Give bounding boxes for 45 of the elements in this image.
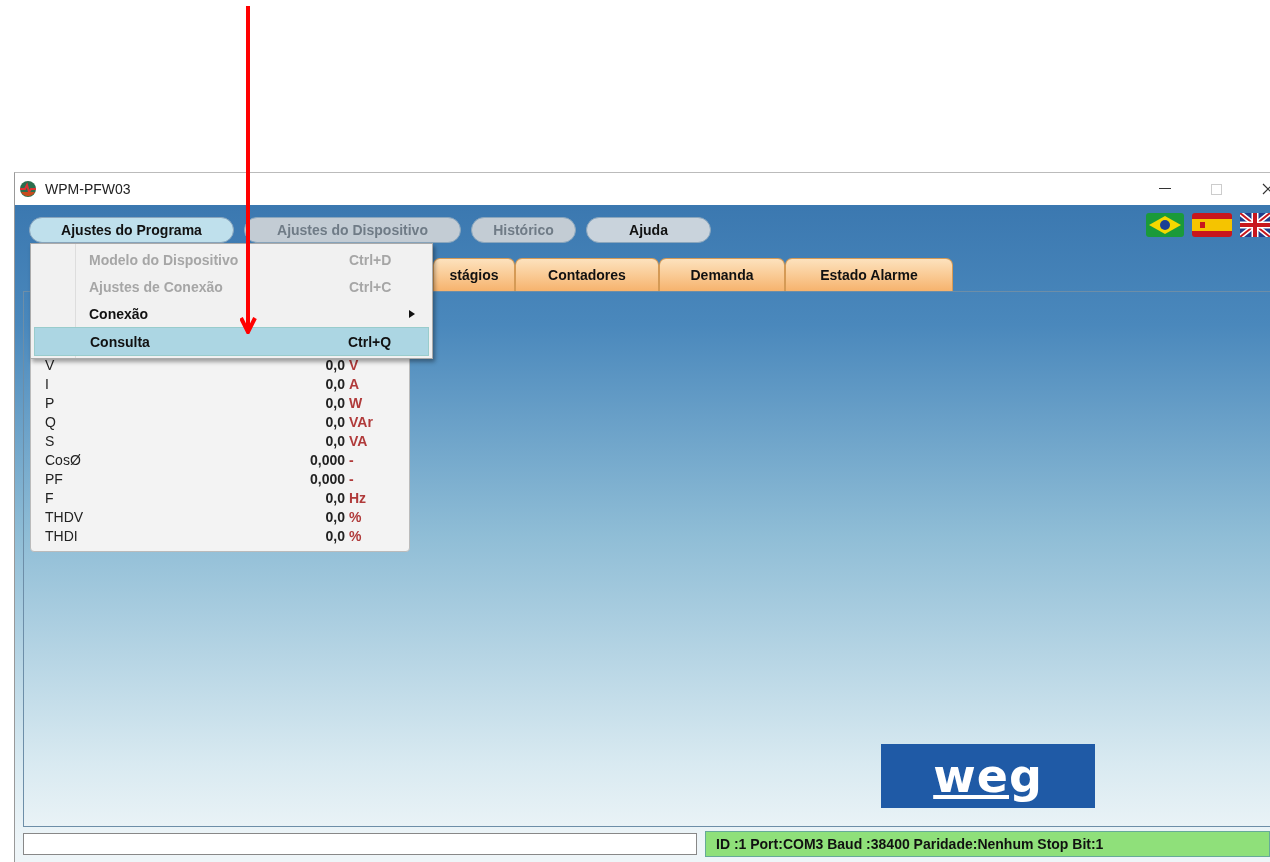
app-icon [19,180,37,198]
measurement-unit: % [349,508,363,525]
measurement-unit: V [349,356,360,373]
menu-item[interactable]: Consulta Ctrl+Q [34,327,429,356]
measurement-name: S [44,432,56,449]
tab[interactable]: stágios [433,258,515,291]
menu-item[interactable]: Conexão [34,300,429,327]
measurement-value: 0,0 [325,413,345,430]
measurement-name: Q [44,413,57,430]
menu-button[interactable]: Ajuda [586,217,711,243]
measurement-unit: W [349,394,364,411]
brazil-flag-icon[interactable] [1146,213,1184,237]
measurement-unit: - [349,451,355,468]
window-title: WPM-PFW03 [45,181,131,197]
measurement-unit: VAr [349,413,374,430]
measurement-name: CosØ [44,451,82,468]
measurement-value: 0,0 [325,356,345,373]
measurement-value: 0,0 [325,394,345,411]
uk-flag-icon[interactable] [1240,213,1270,237]
measurement-value: 0,000 [309,470,345,487]
measurement-name: V [44,356,56,373]
connection-status: ID :1 Port:COM3 Baud :38400 Paridade:Nenhum Stop Bit:1 [705,831,1270,857]
measurement-unit: - [349,470,355,487]
spain-flag-icon[interactable] [1192,213,1232,237]
measurement-value: 0,0 [325,508,345,525]
measurement-name: F [44,489,55,506]
tab[interactable]: Contadores [515,258,659,291]
measurement-unit: VA [349,432,369,449]
measurement-unit: A [349,375,361,392]
measurement-value: 0,0 [325,489,345,506]
tab[interactable]: Demanda [659,258,785,291]
tab[interactable]: Estado Alarme [785,258,953,291]
minimize-icon[interactable] [1159,188,1171,190]
measurement-name: THDI [44,527,79,544]
measurement-value: 0,0 [325,527,345,544]
measurement-value: 0,000 [309,451,345,468]
measurement-value: 0,0 [325,375,345,392]
measurement-unit: % [349,527,363,544]
menu-button[interactable]: Ajustes do Programa [29,217,234,243]
measurement-name: P [44,394,56,411]
measurement-name: PF [44,470,64,487]
measurement-value: 0,0 [325,432,345,449]
measurement-name: I [44,375,50,392]
measurement-unit: Hz [349,489,368,506]
measurement-name: THDV [44,508,85,525]
